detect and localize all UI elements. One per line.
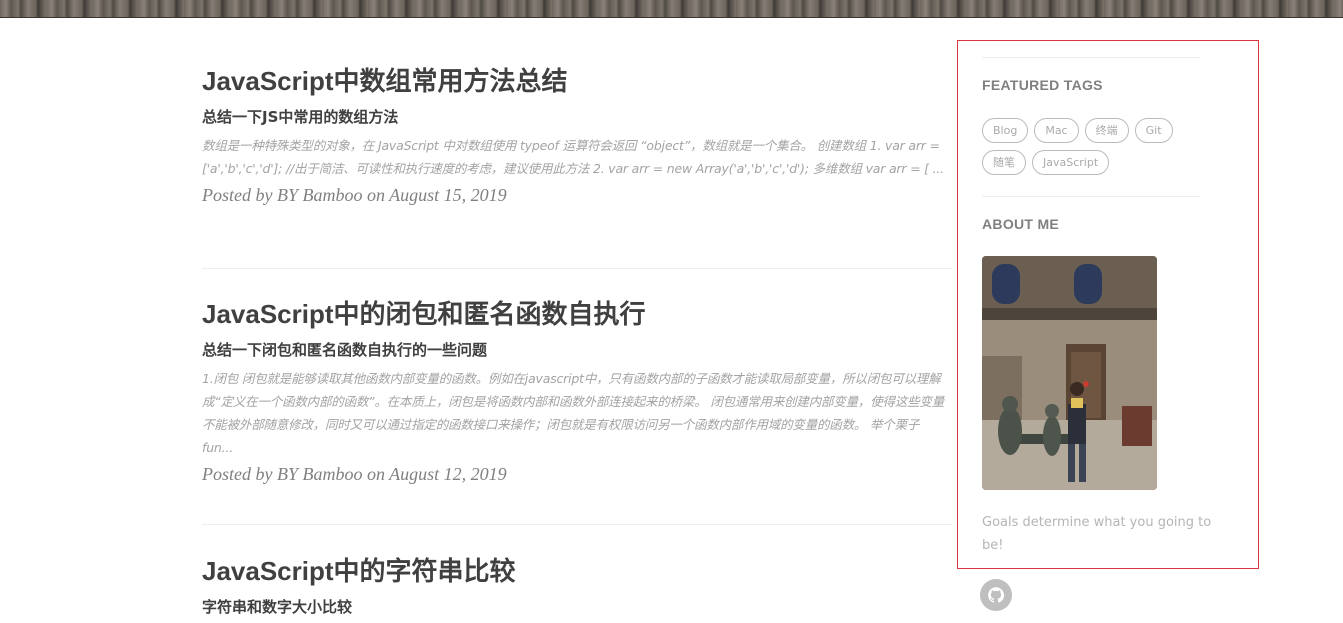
tag-link[interactable]: Mac [1034, 118, 1079, 143]
post-title[interactable]: JavaScript中数组常用方法总结 [202, 64, 952, 98]
tag-link[interactable]: Git [1134, 118, 1173, 143]
tag-cloud: Blog Mac 终端 Git 随笔 JavaScript [982, 118, 1212, 182]
github-link[interactable] [980, 579, 1012, 611]
sidebar-divider [982, 196, 1200, 197]
tag-link[interactable]: Blog [982, 118, 1029, 143]
post-subtitle[interactable]: 总结一下闭包和匿名函数自执行的一些问题 [202, 339, 952, 361]
post-divider [202, 524, 952, 525]
sidebar-divider [982, 57, 1200, 58]
post-preview[interactable]: JavaScript中的字符串比较 字符串和数字大小比较 [202, 554, 952, 618]
post-preview[interactable]: JavaScript中数组常用方法总结 总结一下JS中常用的数组方法 数组是一种… [202, 64, 952, 207]
tag-link[interactable]: 终端 [1084, 118, 1129, 143]
post-preview[interactable]: JavaScript中的闭包和匿名函数自执行 总结一下闭包和匿名函数自执行的一些… [202, 297, 952, 486]
about-me-text: Goals determine what you going to be! [982, 515, 1212, 553]
tag-link[interactable]: 随笔 [982, 150, 1026, 175]
post-meta: Posted by BY Bamboo on August 12, 2019 [202, 464, 507, 484]
post-divider [202, 268, 952, 269]
post-subtitle[interactable]: 字符串和数字大小比较 [202, 596, 952, 618]
header-banner [0, 0, 1343, 18]
tag-link[interactable]: JavaScript [1032, 150, 1110, 175]
post-title[interactable]: JavaScript中的字符串比较 [202, 554, 952, 588]
post-excerpt[interactable]: 数组是一种特殊类型的对象，在 JavaScript 中对数组使用 typeof … [202, 134, 952, 180]
sidebar: FEATURED TAGS Blog Mac 终端 Git 随笔 JavaScript A… [957, 40, 1259, 569]
about-me-heading: ABOUT ME [982, 216, 1060, 232]
about-me-photo [982, 256, 1157, 490]
post-excerpt[interactable]: 1.闭包 闭包就是能够读取其他函数内部变量的函数。例如在javascript中，… [202, 367, 952, 459]
post-meta: Posted by BY Bamboo on August 15, 2019 [202, 185, 507, 205]
featured-tags-heading: FEATURED TAGS [982, 77, 1103, 93]
post-title[interactable]: JavaScript中的闭包和匿名函数自执行 [202, 297, 952, 331]
github-icon [988, 587, 1005, 603]
post-subtitle[interactable]: 总结一下JS中常用的数组方法 [202, 106, 952, 128]
